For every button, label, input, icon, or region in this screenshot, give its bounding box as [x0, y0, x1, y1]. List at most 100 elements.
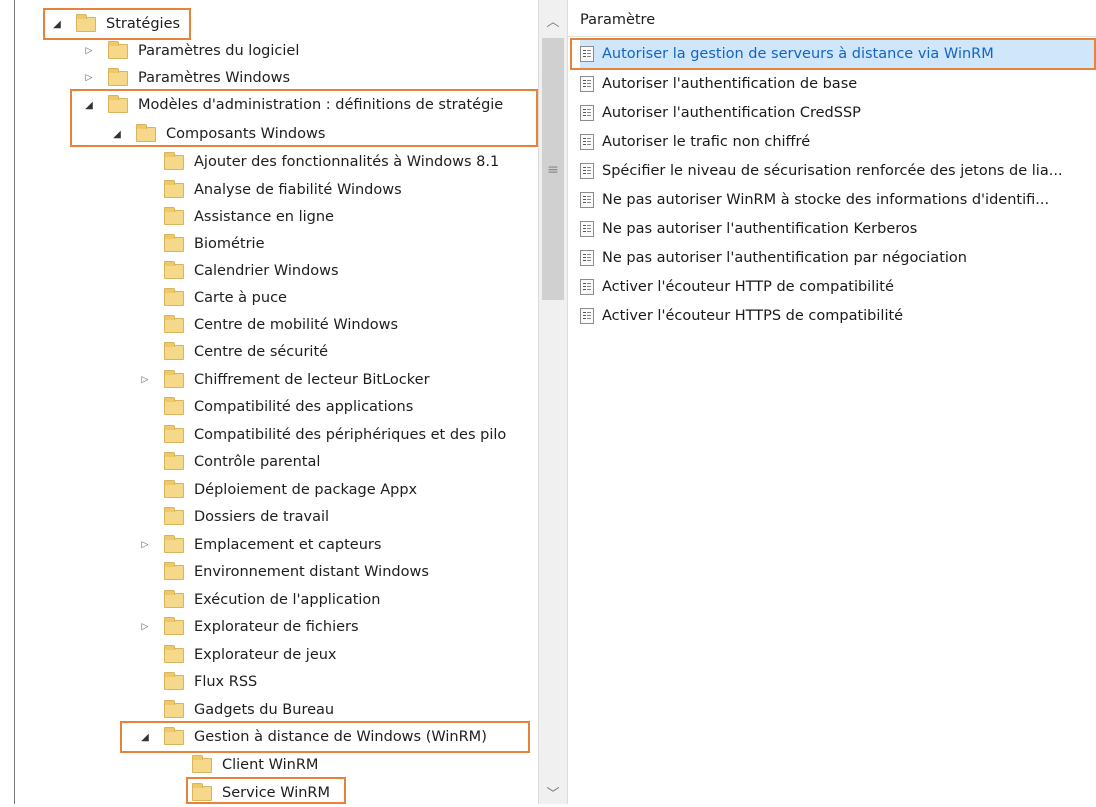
tree-item-label: Exécution de l'application — [194, 592, 381, 608]
tree-item-rss-feeds[interactable]: Flux RSS — [138, 668, 257, 696]
tree-item-label: Environnement distant Windows — [194, 564, 429, 580]
tree-item-location-sensors[interactable]: ▷ Emplacement et capteurs — [138, 531, 381, 559]
policy-label: Spécifier le niveau de sécurisation renf… — [602, 163, 1063, 179]
expand-arrow-icon[interactable]: ▷ — [82, 44, 96, 58]
tree-item-biometrics[interactable]: Biométrie — [138, 230, 265, 258]
policy-item-allow-remote-management[interactable]: Autoriser la gestion de serveurs à dista… — [580, 40, 1096, 68]
tree-item-label: Biométrie — [194, 236, 265, 252]
tree-item-label: Paramètres Windows — [138, 70, 291, 86]
tree-item-label: Carte à puce — [194, 290, 287, 306]
arrow-spacer — [138, 428, 152, 442]
policy-item-store-credentials[interactable]: Ne pas autoriser WinRM à stocke des info… — [580, 186, 1096, 214]
tree-item-bitlocker[interactable]: ▷ Chiffrement de lecteur BitLocker — [138, 366, 430, 394]
tree-item-label: Centre de sécurité — [194, 344, 329, 360]
policy-item-http-listener[interactable]: Activer l'écouteur HTTP de compatibilité — [580, 273, 1096, 301]
tree-item-strategies[interactable]: ◢ Stratégies — [50, 10, 180, 38]
collapse-arrow-icon[interactable]: ◢ — [82, 98, 96, 112]
tree-item-label: Composants Windows — [166, 126, 326, 142]
folder-icon — [164, 506, 184, 525]
policy-setting-icon — [580, 279, 594, 295]
tree-item-software-settings[interactable]: ▷ Paramètres du logiciel — [82, 37, 299, 65]
tree-item-work-folders[interactable]: Dossiers de travail — [138, 503, 329, 531]
folder-icon — [164, 206, 184, 225]
policy-item-https-listener[interactable]: Activer l'écouteur HTTPS de compatibilit… — [580, 302, 1096, 330]
policy-item-channel-binding[interactable]: Spécifier le niveau de sécurisation renf… — [580, 157, 1096, 185]
tree-item-device-compat[interactable]: Compatibilité des périphériques et des p… — [138, 421, 506, 449]
arrow-spacer — [138, 593, 152, 607]
tree-item-label: Compatibilité des périphériques et des p… — [194, 427, 507, 443]
column-header-parametre[interactable]: Paramètre — [580, 12, 655, 28]
folder-icon — [164, 369, 184, 388]
policy-item-kerberos[interactable]: Ne pas autoriser l'authentification Kerb… — [580, 215, 1096, 243]
arrow-spacer — [138, 510, 152, 524]
collapse-arrow-icon[interactable]: ◢ — [110, 127, 124, 141]
tree-item-windows-components[interactable]: ◢ Composants Windows — [110, 120, 325, 148]
scroll-down-button[interactable]: ﹀ — [539, 778, 567, 806]
arrow-spacer — [166, 786, 180, 800]
expand-arrow-icon[interactable]: ▷ — [138, 373, 152, 387]
tree-item-label: Chiffrement de lecteur BitLocker — [194, 372, 430, 388]
tree-item-label: Calendrier Windows — [194, 263, 339, 279]
policy-label: Autoriser l'authentification de base — [602, 76, 858, 92]
tree-item-app-compat[interactable]: Compatibilité des applications — [138, 393, 413, 421]
folder-icon — [164, 151, 184, 170]
tree-item-smart-card[interactable]: Carte à puce — [138, 284, 287, 312]
tree-item-winrm-client[interactable]: Client WinRM — [166, 751, 318, 779]
arrow-spacer — [138, 648, 152, 662]
folder-icon — [164, 396, 184, 415]
arrow-spacer — [138, 183, 152, 197]
collapse-arrow-icon[interactable]: ◢ — [50, 17, 64, 31]
scroll-up-button[interactable]: ︿ — [539, 6, 567, 34]
folder-icon — [76, 13, 96, 32]
folder-icon — [164, 479, 184, 498]
folder-icon — [164, 451, 184, 470]
policy-item-credssp-auth[interactable]: Autoriser l'authentification CredSSP — [580, 99, 1096, 127]
tree-item-windows-settings[interactable]: ▷ Paramètres Windows — [82, 64, 290, 92]
tree-item-security-center[interactable]: Centre de sécurité — [138, 338, 328, 366]
policy-label: Autoriser l'authentification CredSSP — [602, 105, 861, 121]
tree-item-add-features[interactable]: Ajouter des fonctionnalités à Windows 8.… — [138, 148, 499, 176]
folder-icon — [164, 341, 184, 360]
policy-setting-icon — [580, 105, 594, 121]
policy-tree: ◢ Stratégies ▷ Paramètres du logiciel ▷ … — [0, 0, 538, 804]
policy-item-basic-auth[interactable]: Autoriser l'authentification de base — [580, 70, 1096, 98]
tree-item-game-explorer[interactable]: Explorateur de jeux — [138, 641, 337, 669]
tree-item-mobility-center[interactable]: Centre de mobilité Windows — [138, 311, 398, 339]
tree-scrollbar[interactable]: ︿ ≡ ﹀ — [538, 0, 568, 804]
policy-item-unencrypted-traffic[interactable]: Autoriser le trafic non chiffré — [580, 128, 1096, 156]
tree-item-online-assistance[interactable]: Assistance en ligne — [138, 203, 334, 231]
tree-item-winrm[interactable]: ◢ Gestion à distance de Windows (WinRM) — [138, 723, 487, 751]
policy-setting-icon — [580, 163, 594, 179]
tree-item-admin-templates[interactable]: ◢ Modèles d'administration : définitions… — [82, 91, 503, 119]
tree-item-file-explorer[interactable]: ▷ Explorateur de fichiers — [138, 613, 359, 641]
tree-item-parental-control[interactable]: Contrôle parental — [138, 448, 320, 476]
folder-icon — [164, 314, 184, 333]
expand-arrow-icon[interactable]: ▷ — [138, 538, 152, 552]
tree-item-app-runtime[interactable]: Exécution de l'application — [138, 586, 381, 614]
tree-item-calendar[interactable]: Calendrier Windows — [138, 257, 339, 285]
tree-item-desktop-gadgets[interactable]: Gadgets du Bureau — [138, 696, 334, 724]
folder-icon — [192, 782, 212, 801]
policy-setting-icon — [580, 221, 594, 237]
tree-item-appx-deployment[interactable]: Déploiement de package Appx — [138, 476, 417, 504]
arrow-spacer — [138, 345, 152, 359]
arrow-spacer — [138, 675, 152, 689]
header-divider — [568, 36, 1096, 37]
tree-item-winrm-service[interactable]: Service WinRM — [166, 779, 330, 807]
folder-icon — [164, 726, 184, 745]
policy-setting-icon — [580, 250, 594, 266]
tree-item-label: Service WinRM — [222, 785, 331, 801]
expand-arrow-icon[interactable]: ▷ — [138, 620, 152, 634]
tree-item-label: Compatibilité des applications — [194, 399, 414, 415]
tree-item-remote-environment[interactable]: Environnement distant Windows — [138, 558, 429, 586]
arrow-spacer — [138, 237, 152, 251]
expand-arrow-icon[interactable]: ▷ — [82, 71, 96, 85]
tree-item-reliability[interactable]: Analyse de fiabilité Windows — [138, 176, 402, 204]
scroll-grip-icon: ≡ — [547, 162, 559, 178]
arrow-spacer — [166, 758, 180, 772]
arrow-spacer — [138, 455, 152, 469]
collapse-arrow-icon[interactable]: ◢ — [138, 730, 152, 744]
policy-item-negotiate[interactable]: Ne pas autoriser l'authentification par … — [580, 244, 1096, 272]
policy-label: Activer l'écouteur HTTP de compatibilité — [602, 279, 894, 295]
folder-icon — [192, 754, 212, 773]
